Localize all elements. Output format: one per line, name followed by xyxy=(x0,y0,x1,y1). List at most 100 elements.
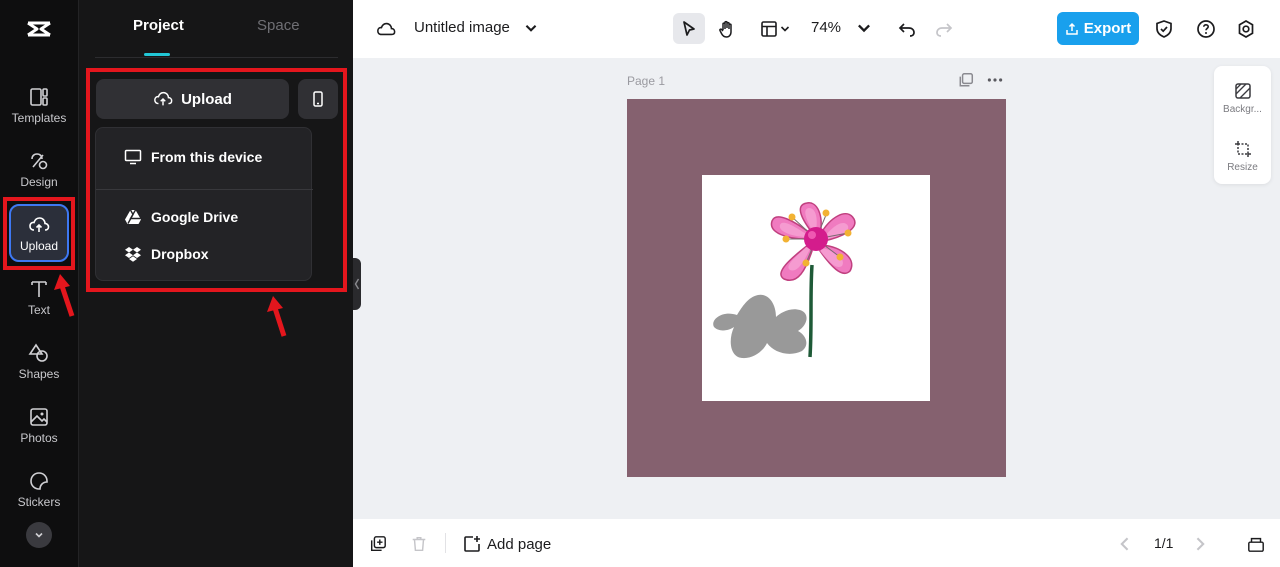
rail-item-templates[interactable]: Templates xyxy=(6,76,72,134)
stickers-icon xyxy=(30,471,48,490)
rail-item-design[interactable]: Design xyxy=(6,140,72,198)
rail-item-photos[interactable]: Photos xyxy=(6,396,72,454)
rail-expand-button[interactable] xyxy=(26,522,52,548)
help-button[interactable] xyxy=(1195,18,1217,40)
pages-panel-button[interactable] xyxy=(1245,534,1267,554)
zoom-level[interactable]: 74% xyxy=(811,19,841,36)
menu-divider xyxy=(96,189,313,190)
text-icon xyxy=(31,280,47,297)
rail-item-text[interactable]: Text xyxy=(6,268,72,326)
title-menu-button[interactable] xyxy=(523,18,539,38)
prev-page-button[interactable] xyxy=(1116,534,1134,554)
flower-image[interactable] xyxy=(702,175,930,401)
tab-project[interactable]: Project xyxy=(133,17,184,34)
resize-tool-button[interactable]: Resize xyxy=(1214,130,1271,182)
resize-icon xyxy=(1234,140,1251,157)
menu-item-label: From this device xyxy=(151,149,263,165)
chevron-down-icon xyxy=(525,24,537,32)
page-indicator: 1/1 xyxy=(1154,535,1174,551)
upload-cloud-icon xyxy=(29,216,50,232)
rail-item-label: Shapes xyxy=(18,366,60,381)
layout-menu-button[interactable] xyxy=(755,13,795,44)
next-page-button[interactable] xyxy=(1191,534,1209,554)
redo-icon xyxy=(936,23,953,37)
document-title[interactable]: Untitled image xyxy=(414,19,510,36)
tab-active-indicator xyxy=(144,53,170,56)
capcut-logo-icon[interactable] xyxy=(24,14,54,44)
upload-cloud-icon xyxy=(154,91,173,106)
cloud-icon xyxy=(377,22,396,36)
upload-button[interactable]: Upload xyxy=(96,79,289,119)
chevron-down-icon xyxy=(858,24,870,33)
top-toolbar: Untitled image 74% Export xyxy=(353,0,1280,58)
menu-item-label: Google Drive xyxy=(151,209,239,225)
background-tool-label: Backgr... xyxy=(1223,103,1262,115)
undo-icon xyxy=(898,23,915,37)
redo-button[interactable] xyxy=(933,18,955,40)
rail-item-upload[interactable]: Upload xyxy=(9,204,69,262)
upload-panel: Project Space Upload From this device Go… xyxy=(78,0,353,567)
delete-page-button[interactable] xyxy=(409,534,429,554)
hand-tool-button[interactable] xyxy=(713,13,741,44)
monitor-icon xyxy=(124,149,142,165)
help-icon xyxy=(1197,20,1215,38)
pages-stack-icon xyxy=(1248,537,1264,552)
shapes-icon xyxy=(28,343,48,362)
chevron-down-icon xyxy=(35,532,43,538)
settings-button[interactable] xyxy=(1235,18,1257,40)
chevron-left-icon xyxy=(1120,537,1129,551)
chevron-down-icon xyxy=(780,25,790,32)
menu-item-label: Dropbox xyxy=(151,246,209,262)
menu-item-dropbox[interactable]: Dropbox xyxy=(96,236,313,272)
gear-icon xyxy=(1238,20,1254,38)
panel-tabs: Project Space xyxy=(79,0,354,58)
toolbar-divider xyxy=(445,533,446,553)
rail-item-shapes[interactable]: Shapes xyxy=(6,332,72,390)
menu-item-google-drive[interactable]: Google Drive xyxy=(96,199,313,235)
add-layer-button[interactable] xyxy=(368,534,388,554)
cursor-icon xyxy=(683,20,695,36)
add-page-icon xyxy=(464,536,480,552)
photos-icon xyxy=(30,407,48,426)
page-more-button[interactable] xyxy=(986,72,1004,88)
upload-from-phone-button[interactable] xyxy=(298,79,338,119)
templates-icon xyxy=(30,87,48,106)
trash-icon xyxy=(412,536,426,552)
export-button[interactable]: Export xyxy=(1057,12,1139,45)
dropbox-icon xyxy=(125,247,141,262)
export-button-label: Export xyxy=(1083,20,1132,37)
undo-button[interactable] xyxy=(896,18,918,40)
rail-item-label: Upload xyxy=(19,238,59,253)
select-tool-button[interactable] xyxy=(673,13,705,44)
panel-collapse-handle[interactable] xyxy=(353,258,361,310)
page-label: Page 1 xyxy=(627,74,666,88)
rail-item-label: Templates xyxy=(11,110,67,125)
add-page-label: Add page xyxy=(487,535,552,553)
menu-item-from-device[interactable]: From this device xyxy=(96,139,313,175)
google-drive-icon xyxy=(125,209,141,224)
add-copy-icon xyxy=(370,536,386,552)
background-tool-button[interactable]: Backgr... xyxy=(1214,72,1271,124)
background-icon xyxy=(1234,82,1251,99)
tab-divider xyxy=(95,57,338,58)
phone-icon xyxy=(313,91,323,107)
more-horizontal-icon xyxy=(987,78,1003,82)
design-icon xyxy=(31,152,48,169)
zoom-menu-button[interactable] xyxy=(855,18,873,38)
shield-check-icon xyxy=(1156,20,1172,38)
resize-tool-label: Resize xyxy=(1227,161,1258,173)
upload-source-menu: From this device Google Drive Dropbox xyxy=(95,127,313,281)
copy-icon xyxy=(959,72,974,87)
tab-space[interactable]: Space xyxy=(257,17,300,34)
security-button[interactable] xyxy=(1153,18,1175,40)
chevron-right-icon xyxy=(1196,537,1205,551)
rail-item-label: Design xyxy=(20,174,58,189)
chevron-left-icon xyxy=(354,278,360,290)
duplicate-page-button[interactable] xyxy=(958,72,974,88)
bottom-toolbar: Add page 1/1 xyxy=(353,519,1280,567)
cloud-sync-button[interactable] xyxy=(375,18,397,40)
add-page-button[interactable]: Add page xyxy=(463,535,551,553)
rail-item-label: Text xyxy=(27,302,50,317)
export-icon xyxy=(1065,22,1078,35)
rail-item-stickers[interactable]: Stickers xyxy=(6,460,72,518)
